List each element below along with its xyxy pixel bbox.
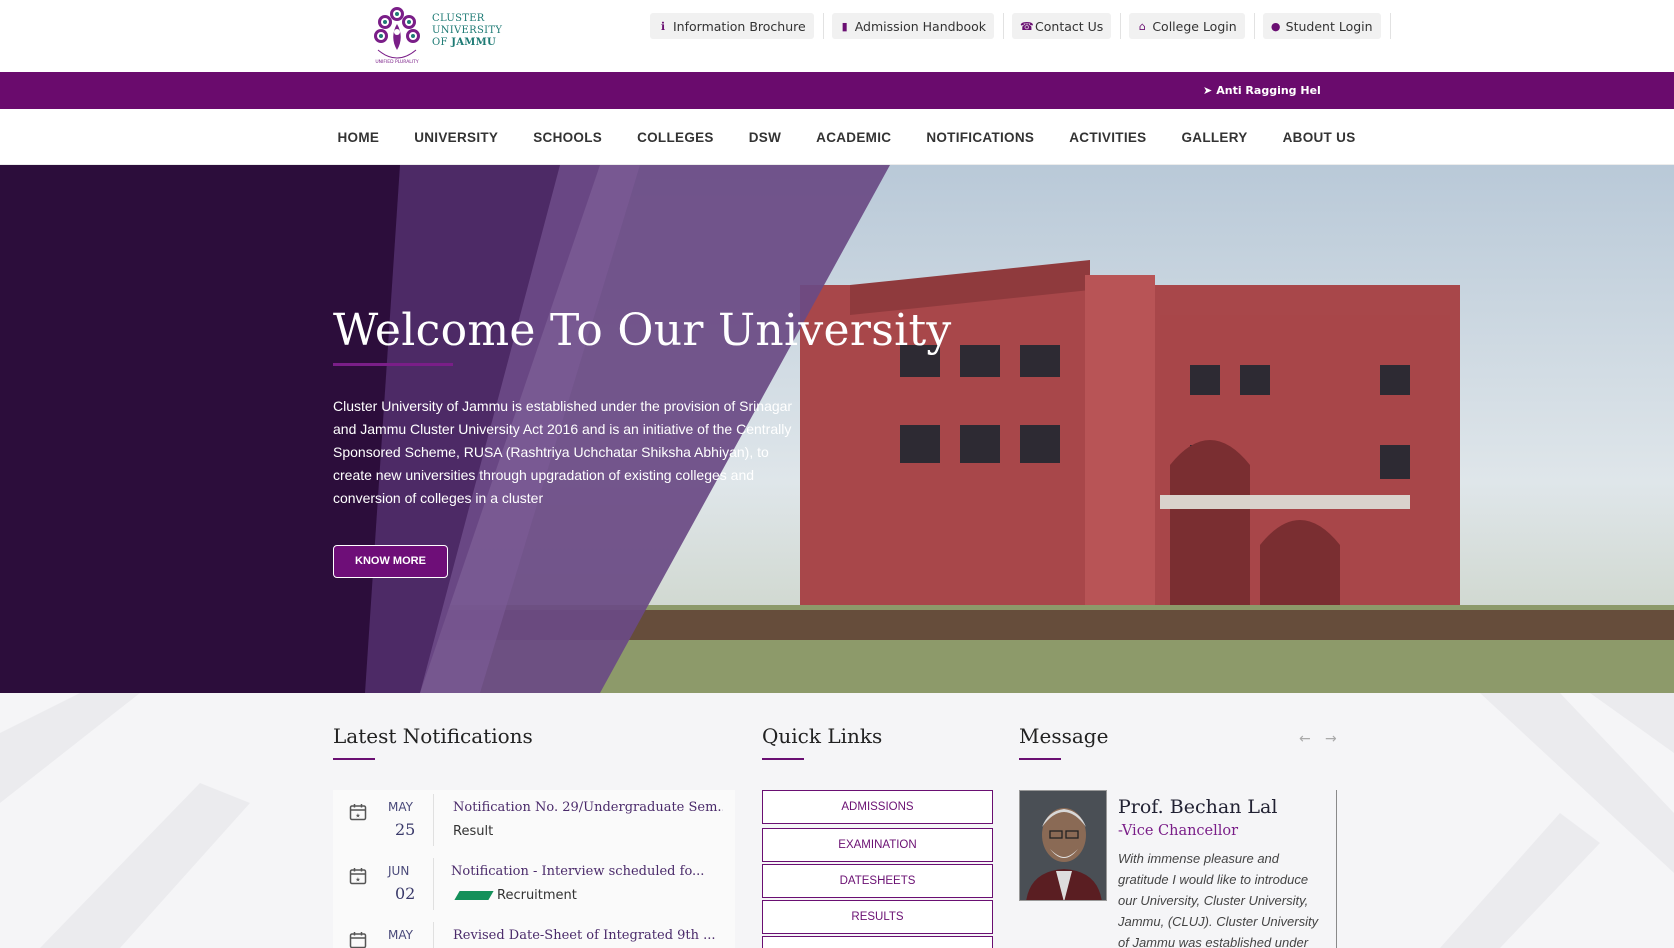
announcement-ribbon: ➤Anti Ragging Helplir <box>0 72 1674 109</box>
calendar-icon: ★ <box>349 868 367 885</box>
notif-month: MAY <box>388 928 413 942</box>
nav-item-schools[interactable]: SCHOOLS <box>516 130 620 145</box>
logo-tagline: UNIFIED PLURALITY <box>375 59 419 65</box>
vice-chancellor-name: Prof. Bechan Lal <box>1118 796 1278 818</box>
anti-ragging-ticker[interactable]: ➤Anti Ragging Helplir <box>1203 72 1321 109</box>
util-label: Information Brochure <box>673 18 806 34</box>
nav-item-notifications[interactable]: NOTIFICATIONS <box>909 130 1052 145</box>
util-label: College Login <box>1152 18 1237 34</box>
know-more-button[interactable]: KNOW MORE <box>333 545 448 578</box>
util-label: Contact Us <box>1035 18 1104 34</box>
notif-month: MAY <box>388 800 413 814</box>
vice-chancellor-photo <box>1019 790 1107 901</box>
list-item[interactable]: ★ MAY 25 Notification No. 29/Undergradua… <box>333 790 733 850</box>
notif-day: 02 <box>395 884 416 903</box>
new-tag-badge <box>454 891 494 900</box>
divider <box>433 794 434 846</box>
notif-title-link[interactable]: Notification - Interview scheduled fo... <box>451 864 721 879</box>
portrait-image <box>1020 791 1106 900</box>
vice-chancellor-role: -Vice Chancellor <box>1118 823 1239 839</box>
nav-item-activities[interactable]: ACTIVITIES <box>1052 130 1164 145</box>
calendar-icon: ★ <box>349 804 367 821</box>
info-icon: ℹ <box>660 19 666 33</box>
svg-text:★: ★ <box>355 877 360 884</box>
quick-links-heading: Quick Links <box>762 724 883 748</box>
notif-category-label: Recruitment <box>497 888 577 903</box>
notif-category: Recruitment <box>454 888 577 903</box>
content-section: Latest Notifications ★ MAY 25 Notificati… <box>0 693 1674 948</box>
nav-item-colleges[interactable]: COLLEGES <box>620 130 732 145</box>
notifications-heading: Latest Notifications <box>333 724 533 748</box>
logo-line-2: UNIVERSITY <box>432 25 503 36</box>
hero-title-underline <box>333 363 453 366</box>
prev-arrow-icon[interactable]: ← <box>1299 731 1311 747</box>
notif-day: 25 <box>395 820 416 839</box>
college-login-link[interactable]: ⌂ College Login <box>1129 13 1256 39</box>
ticker-text: Anti Ragging Helplir <box>1216 84 1321 97</box>
document-icon: ▮ <box>841 19 848 33</box>
nav-item-dsw[interactable]: DSW <box>731 130 798 145</box>
datesheets-button[interactable]: DATESHEETS <box>762 864 993 898</box>
notifications-heading-underline <box>333 758 375 760</box>
examination-button[interactable]: EXAMINATION <box>762 828 993 862</box>
notif-category-label: Result <box>453 824 494 839</box>
divider <box>433 922 434 948</box>
bank-icon: ⌂ <box>1138 19 1146 33</box>
hero-description: Cluster University of Jammu is establish… <box>333 398 793 506</box>
list-item[interactable]: MAY Revised Date-Sheet of Integrated 9th… <box>333 918 733 948</box>
notif-category: Result <box>453 824 493 839</box>
logo-line-1: CLUSTER <box>432 13 485 24</box>
nav-item-university[interactable]: UNIVERSITY <box>397 130 516 145</box>
admission-handbook-link[interactable]: ▮ Admission Handbook <box>831 13 1005 39</box>
logo-wordmark: CLUSTER UNIVERSITY OF JAMMU <box>432 13 502 49</box>
message-heading: Message <box>1019 724 1109 748</box>
message-heading-underline <box>1019 758 1061 760</box>
svg-text:★: ★ <box>355 813 360 820</box>
main-nav: HOME UNIVERSITY SCHOOLS COLLEGES DSW ACA… <box>0 109 1674 165</box>
utility-links: ℹ Information Brochure ▮ Admission Handb… <box>650 13 1399 39</box>
peacock-emblem-icon: UNIFIED PLURALITY <box>374 7 420 65</box>
paper-plane-icon: ➤ <box>1203 84 1213 97</box>
util-label: Admission Handbook <box>854 18 987 34</box>
util-label: Student Login <box>1285 18 1373 34</box>
top-header: UNIFIED PLURALITY CLUSTER UNIVERSITY OF … <box>0 0 1674 72</box>
quick-links-heading-underline <box>762 758 804 760</box>
information-brochure-link[interactable]: ℹ Information Brochure <box>650 13 824 39</box>
calendar-icon <box>349 932 367 948</box>
notif-title-link[interactable]: Notification No. 29/Undergraduate Sem... <box>453 800 723 815</box>
nav-item-home[interactable]: HOME <box>320 130 397 145</box>
logo-line-3: OF JAMMU <box>432 37 502 49</box>
quick-link-button[interactable] <box>762 936 993 948</box>
university-logo[interactable]: UNIFIED PLURALITY CLUSTER UNIVERSITY OF … <box>366 6 516 66</box>
divider <box>433 858 434 910</box>
notif-month: JUN <box>388 864 410 878</box>
logo-line-3-prefix: OF <box>432 37 452 48</box>
hero-banner: Welcome To Our University Cluster Univer… <box>0 165 1674 693</box>
notif-title-link[interactable]: Revised Date-Sheet of Integrated 9th ... <box>453 928 723 943</box>
hero-background <box>0 165 1674 693</box>
vice-chancellor-message: Prof. Bechan Lal -Vice Chancellor With i… <box>1019 790 1337 948</box>
hero-title: Welcome To Our University <box>333 305 952 356</box>
message-text: With immense pleasure and gratitude I wo… <box>1118 851 1319 948</box>
admissions-button[interactable]: ADMISSIONS <box>762 790 993 824</box>
nav-item-academic[interactable]: ACADEMIC <box>799 130 909 145</box>
next-arrow-icon[interactable]: → <box>1325 731 1337 747</box>
contact-us-link[interactable]: ☎ Contact Us <box>1012 13 1122 39</box>
logo-line-3-bold: JAMMU <box>451 37 497 48</box>
list-item[interactable]: ★ JUN 02 Notification - Interview schedu… <box>333 854 733 914</box>
nav-item-about-us[interactable]: ABOUT US <box>1265 130 1373 145</box>
phone-icon: ☎ <box>1020 19 1034 33</box>
student-login-link[interactable]: ● Student Login <box>1262 13 1391 39</box>
notifications-list: ★ MAY 25 Notification No. 29/Undergradua… <box>333 790 735 948</box>
user-icon: ● <box>1270 19 1281 33</box>
results-button[interactable]: RESULTS <box>762 900 993 934</box>
nav-item-gallery[interactable]: GALLERY <box>1164 130 1265 145</box>
